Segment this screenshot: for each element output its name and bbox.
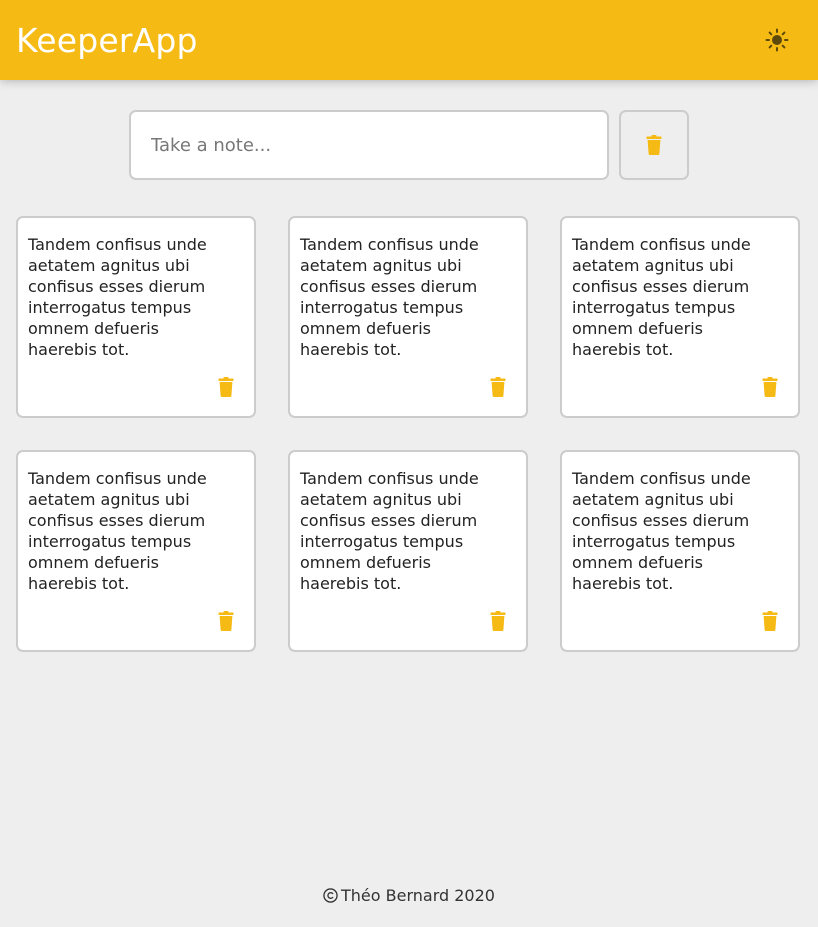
note-card: Tandem confisus unde aetatem agnitus ubi…	[16, 216, 256, 418]
note-input[interactable]	[129, 110, 609, 180]
note-delete-button[interactable]	[761, 610, 779, 632]
sun-icon	[765, 28, 789, 52]
trash-icon	[490, 611, 506, 631]
trash-icon	[762, 611, 778, 631]
note-delete-button[interactable]	[489, 610, 507, 632]
note-card: Tandem confisus unde aetatem agnitus ubi…	[16, 450, 256, 652]
app-title: KeeperApp	[16, 21, 198, 60]
note-text: Tandem confisus unde aetatem agnitus ubi…	[28, 235, 207, 359]
trash-icon	[646, 135, 662, 155]
trash-icon	[490, 377, 506, 397]
note-card: Tandem confisus unde aetatem agnitus ubi…	[288, 216, 528, 418]
trash-icon	[762, 377, 778, 397]
note-text: Tandem confisus unde aetatem agnitus ubi…	[300, 469, 479, 593]
app-header: KeeperApp	[0, 0, 818, 80]
note-card: Tandem confisus unde aetatem agnitus ubi…	[560, 216, 800, 418]
note-delete-button[interactable]	[761, 376, 779, 398]
note-card: Tandem confisus unde aetatem agnitus ubi…	[288, 450, 528, 652]
note-delete-button[interactable]	[217, 376, 235, 398]
clear-notes-button[interactable]	[619, 110, 689, 180]
note-delete-button[interactable]	[489, 376, 507, 398]
note-text: Tandem confisus unde aetatem agnitus ubi…	[572, 235, 751, 359]
footer-text: Théo Bernard 2020	[341, 886, 495, 905]
note-delete-button[interactable]	[217, 610, 235, 632]
trash-icon	[218, 611, 234, 631]
note-composer	[129, 110, 609, 180]
note-card: Tandem confisus unde aetatem agnitus ubi…	[560, 450, 800, 652]
copyright-icon	[323, 887, 338, 903]
note-text: Tandem confisus unde aetatem agnitus ubi…	[572, 469, 751, 593]
note-text: Tandem confisus unde aetatem agnitus ubi…	[28, 469, 207, 593]
theme-toggle-button[interactable]	[763, 26, 791, 54]
footer: Théo Bernard 2020	[0, 884, 818, 908]
trash-icon	[218, 377, 234, 397]
note-text: Tandem confisus unde aetatem agnitus ubi…	[300, 235, 479, 359]
